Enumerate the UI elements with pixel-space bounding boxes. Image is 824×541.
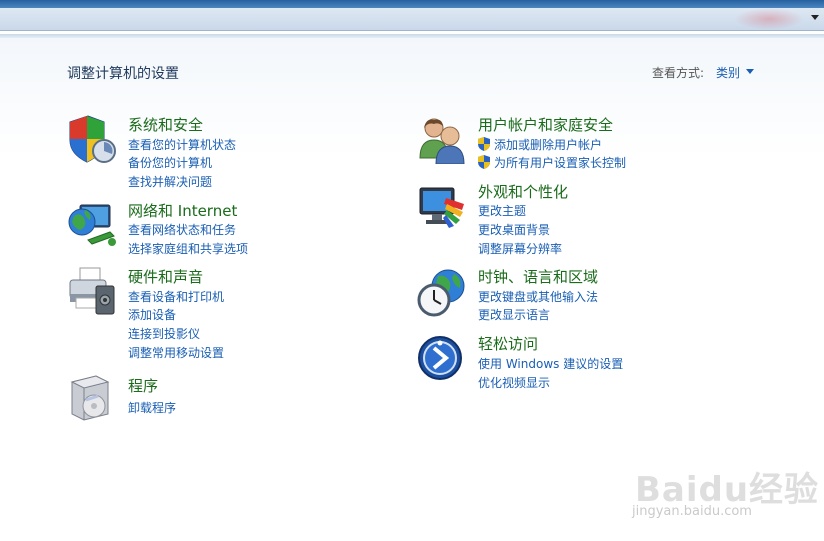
appearance-monitor-icon[interactable]: [416, 184, 468, 230]
clock-globe-icon[interactable]: [416, 266, 470, 320]
link-change-theme[interactable]: 更改主题: [478, 202, 526, 219]
category-hardware-sound[interactable]: 硬件和声音: [128, 266, 203, 287]
window-title-bar: [0, 0, 824, 8]
link-change-keyboard-input[interactable]: 更改键盘或其他输入法: [478, 288, 598, 305]
category-clock-language-region[interactable]: 时钟、语言和区域: [478, 266, 598, 287]
uac-shield-icon: [478, 155, 490, 169]
link-mobility-settings[interactable]: 调整常用移动设置: [128, 344, 224, 361]
category-programs[interactable]: 程序: [128, 375, 158, 396]
link-devices-printers[interactable]: 查看设备和打印机: [128, 288, 224, 305]
link-homegroup-sharing[interactable]: 选择家庭组和共享选项: [128, 240, 248, 257]
watermark-url: jingyan.baidu.com: [632, 504, 752, 519]
uac-shield-icon: [478, 137, 490, 151]
link-find-fix-problems[interactable]: 查找并解决问题: [128, 173, 212, 190]
page-title: 调整计算机的设置: [67, 66, 179, 82]
view-by-dropdown[interactable]: 类别: [716, 64, 740, 81]
hardware-printer-icon[interactable]: [66, 266, 118, 318]
link-windows-suggested-settings[interactable]: 使用 Windows 建议的设置: [478, 355, 623, 372]
user-accounts-icon[interactable]: [416, 114, 468, 164]
link-optimize-visual-display[interactable]: 优化视频显示: [478, 374, 550, 391]
link-desktop-background[interactable]: 更改桌面背景: [478, 221, 550, 238]
link-uninstall-program[interactable]: 卸载程序: [128, 399, 176, 416]
ease-of-access-icon[interactable]: [416, 334, 468, 384]
link-add-remove-accounts[interactable]: 添加或删除用户帐户: [494, 136, 602, 153]
link-change-display-language[interactable]: 更改显示语言: [478, 306, 550, 323]
decorative-glow: [734, 8, 804, 30]
category-system-security[interactable]: 系统和安全: [128, 114, 203, 135]
link-screen-resolution[interactable]: 调整屏幕分辨率: [478, 240, 562, 257]
view-by-label: 查看方式:: [652, 66, 705, 80]
programs-box-icon[interactable]: [66, 372, 118, 424]
link-parental-controls[interactable]: 为所有用户设置家长控制: [494, 154, 626, 171]
link-backup-computer[interactable]: 备份您的计算机: [128, 154, 212, 171]
link-connect-projector[interactable]: 连接到投影仪: [128, 325, 200, 342]
category-network-internet[interactable]: 网络和 Internet: [128, 200, 237, 221]
category-appearance[interactable]: 外观和个性化: [478, 181, 568, 202]
link-view-computer-status[interactable]: 查看您的计算机状态: [128, 136, 236, 153]
system-security-shield-icon[interactable]: [66, 114, 118, 166]
category-user-accounts[interactable]: 用户帐户和家庭安全: [478, 114, 613, 135]
chevron-down-icon[interactable]: [746, 69, 754, 74]
address-dropdown-icon[interactable]: [811, 15, 819, 20]
address-bar[interactable]: [0, 8, 824, 31]
link-add-device[interactable]: 添加设备: [128, 306, 176, 323]
link-network-status[interactable]: 查看网络状态和任务: [128, 221, 236, 238]
network-globe-icon[interactable]: [66, 202, 118, 250]
category-ease-of-access[interactable]: 轻松访问: [478, 333, 538, 354]
